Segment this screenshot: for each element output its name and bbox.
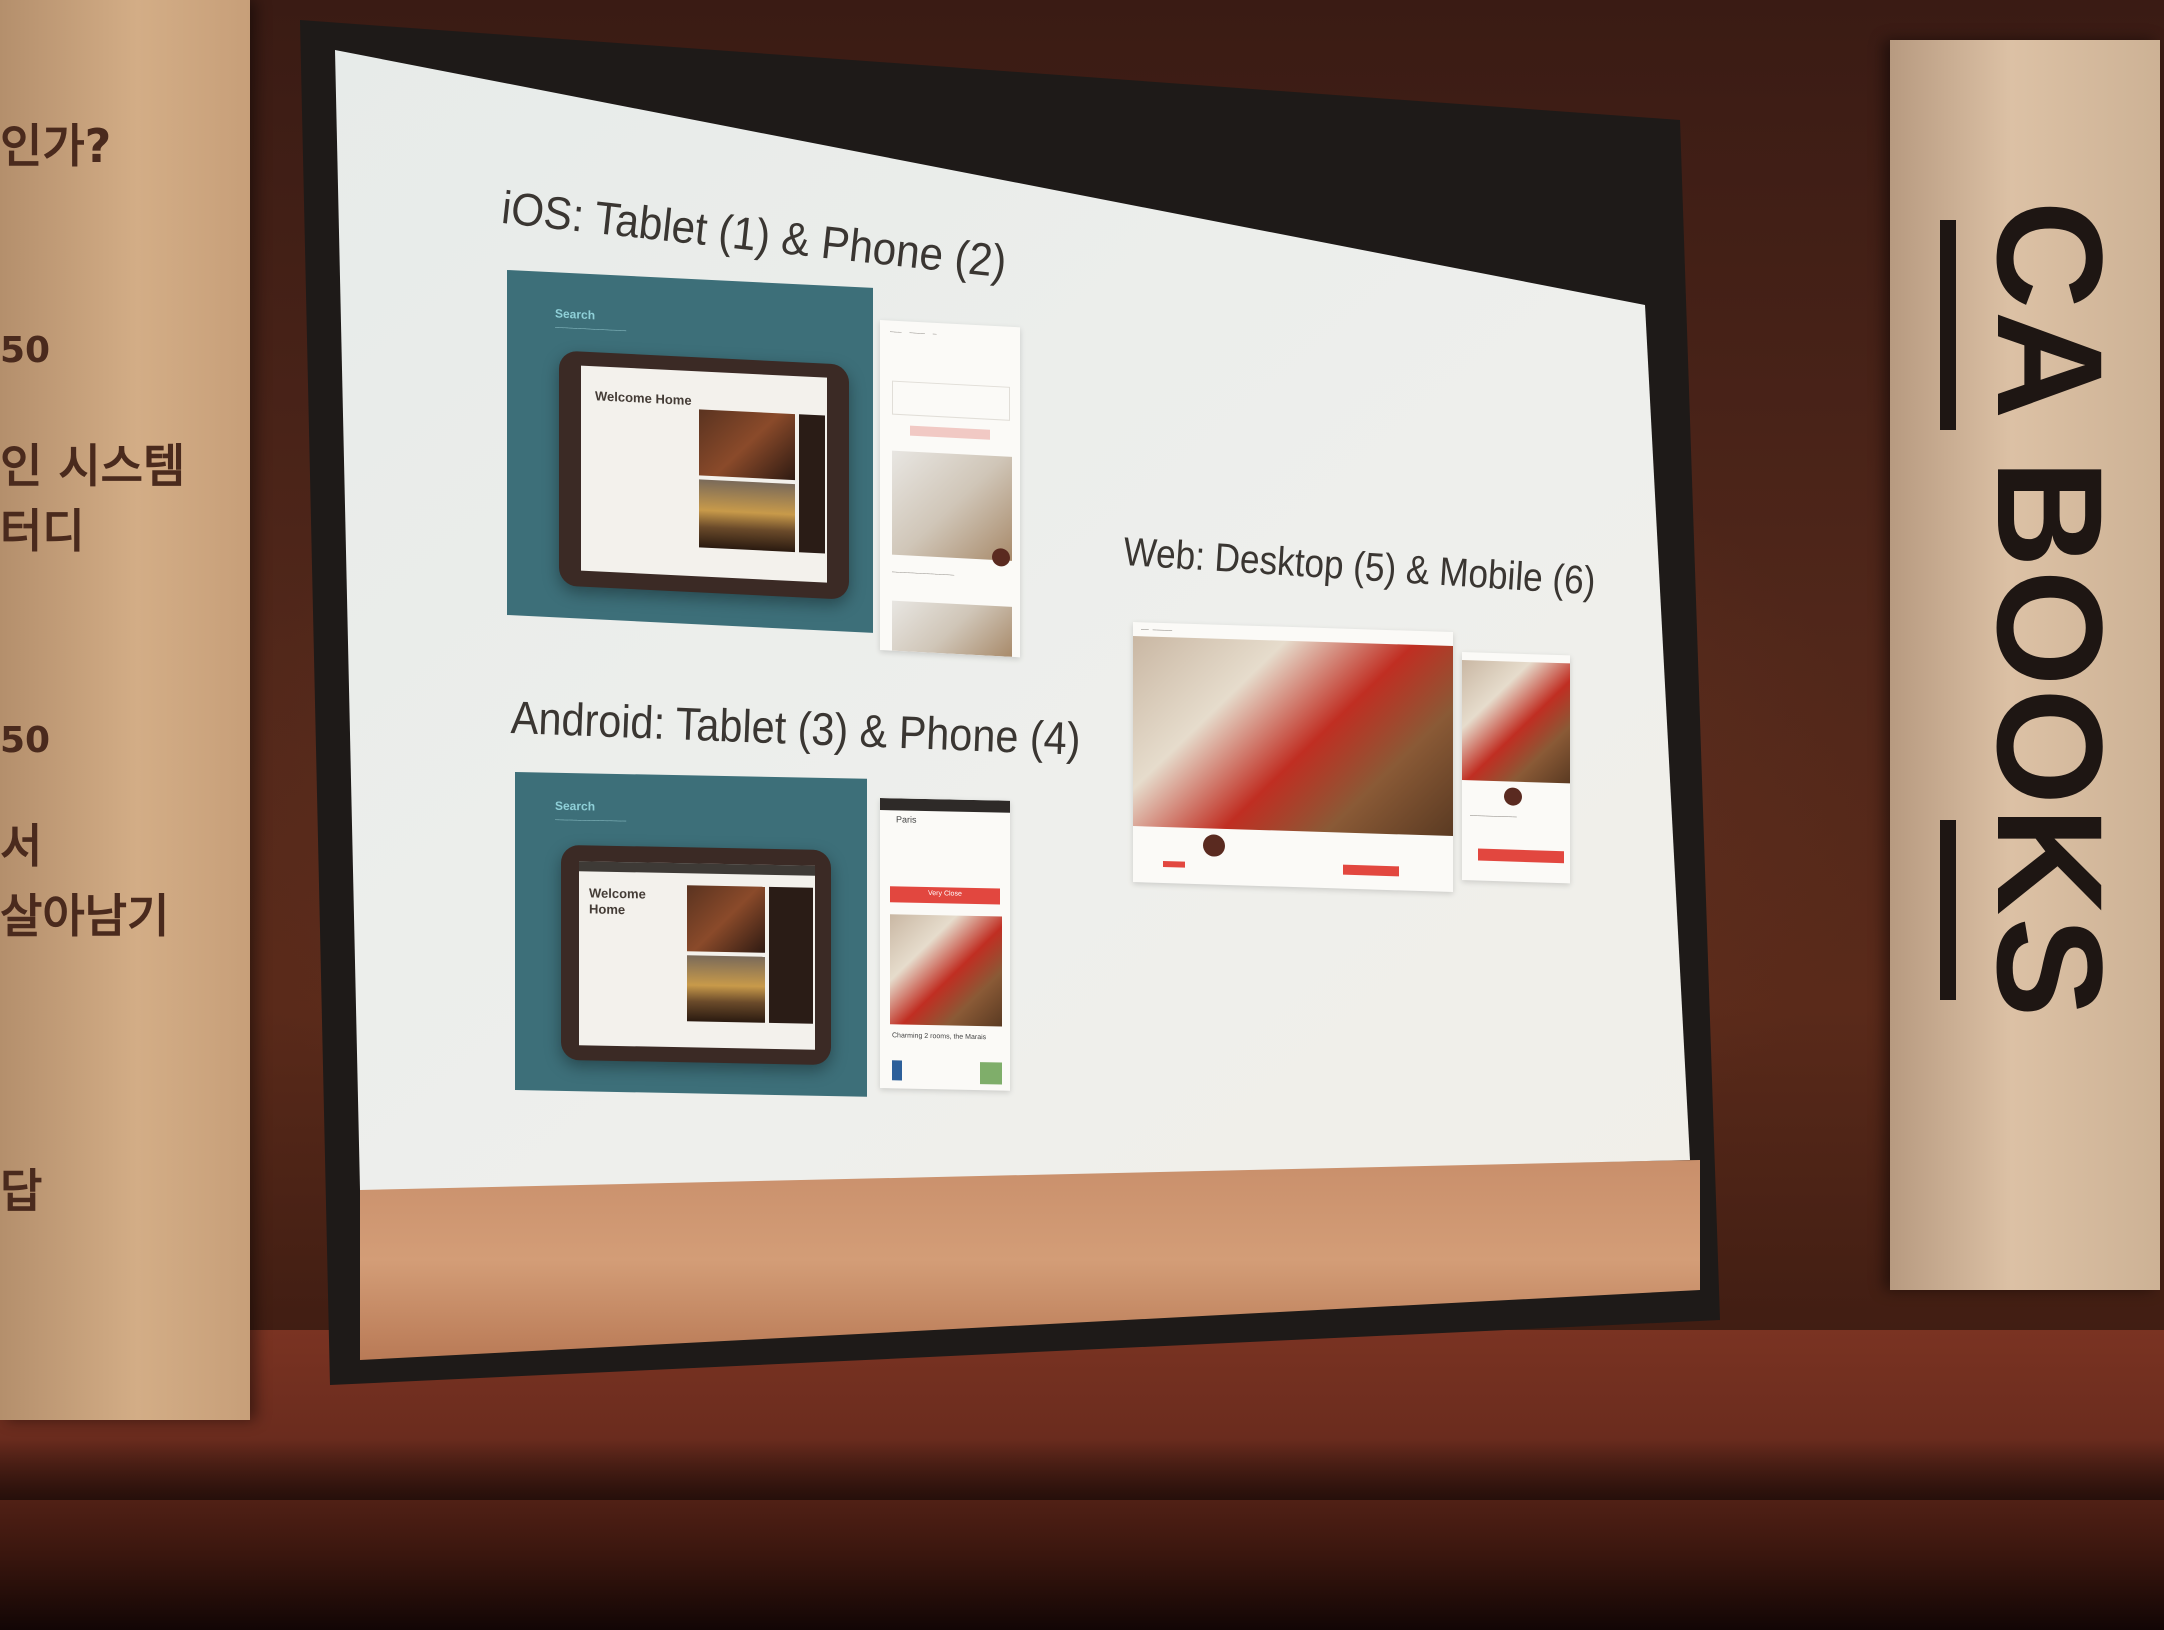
android-tablet-subtitle: ‒‒‒‒‒‒‒‒‒‒‒‒‒‒‒‒: [555, 814, 627, 826]
ios-tablet-screenshot: Search ‒‒‒‒‒‒‒‒‒‒‒‒‒‒‒‒ Welcome Home: [507, 270, 873, 633]
android-tablet-photo: [687, 955, 765, 1023]
ios-tablet-photo: [699, 409, 795, 481]
android-phone-thumbnail: [980, 1062, 1002, 1085]
ios-tablet-subtitle: ‒‒‒‒‒‒‒‒‒‒‒‒‒‒‒‒: [555, 322, 627, 335]
ios-tablet-device: Welcome Home: [559, 350, 849, 600]
web-desktop-avatar: [1203, 834, 1225, 857]
android-phone-photo: [890, 914, 1002, 1027]
ios-phone-avatar: [992, 547, 1010, 567]
android-tablet-welcome-2: Home: [589, 901, 626, 918]
ios-tablet-search-label: Search: [555, 306, 596, 323]
android-phone-statusbar: [880, 798, 1010, 813]
ios-tablet-welcome: Welcome Home: [595, 388, 692, 409]
web-desktop-book-button: [1343, 864, 1399, 877]
ios-phone-button: [910, 425, 990, 440]
android-phone-city: Paris: [896, 814, 917, 825]
web-mobile-screenshot: ‒‒‒‒‒‒‒‒‒‒‒‒: [1462, 652, 1570, 884]
android-phone-thumbnail: [892, 1060, 902, 1081]
android-phone-listing: Charming 2 rooms, the Marais: [892, 1032, 987, 1042]
web-desktop-link: [1163, 860, 1185, 868]
ios-phone-screenshot: ‒‒‒ ‒‒‒‒ ‒ ‒‒‒‒‒‒‒‒‒‒‒‒‒‒‒‒: [880, 320, 1020, 658]
web-mobile-avatar: [1504, 787, 1522, 806]
web-mobile-book-button: [1478, 848, 1564, 864]
ios-phone-statusbar: ‒‒‒ ‒‒‒‒ ‒: [890, 328, 937, 338]
android-phone-button-label: Very Close: [928, 890, 962, 898]
projector-screen: [0, 0, 2164, 1624]
ios-phone-photo: [892, 450, 1012, 561]
ios-phone-dates: [892, 380, 1010, 421]
ios-tablet-photo-strip: [799, 414, 825, 554]
web-desktop-screenshot: ‒‒ ‒‒‒‒‒: [1133, 622, 1453, 893]
android-tablet-welcome-1: Welcome: [589, 885, 646, 902]
android-tablet-search-label: Search: [555, 798, 596, 814]
android-tablet-photo-strip: [769, 886, 813, 1024]
web-mobile-photo: [1462, 660, 1570, 784]
android-phone-screenshot: Paris Very Close Charming 2 rooms, the M…: [880, 798, 1010, 1091]
ios-phone-listing: ‒‒‒‒‒‒‒‒‒‒‒‒‒‒‒‒: [892, 568, 955, 579]
web-desktop-navbar: ‒‒ ‒‒‒‒‒: [1141, 626, 1173, 635]
web-mobile-listing: ‒‒‒‒‒‒‒‒‒‒‒‒: [1470, 812, 1517, 821]
android-tablet-photo: [687, 885, 765, 953]
web-desktop-hero-photo: [1133, 636, 1453, 837]
ios-phone-photo: [892, 600, 1012, 657]
android-tablet-actionbar: [579, 861, 815, 876]
android-tablet-device: Welcome Home: [561, 844, 831, 1066]
ios-tablet-photo: [699, 479, 795, 553]
android-tablet-screenshot: Search ‒‒‒‒‒‒‒‒‒‒‒‒‒‒‒‒ Welcome Home: [515, 772, 867, 1097]
